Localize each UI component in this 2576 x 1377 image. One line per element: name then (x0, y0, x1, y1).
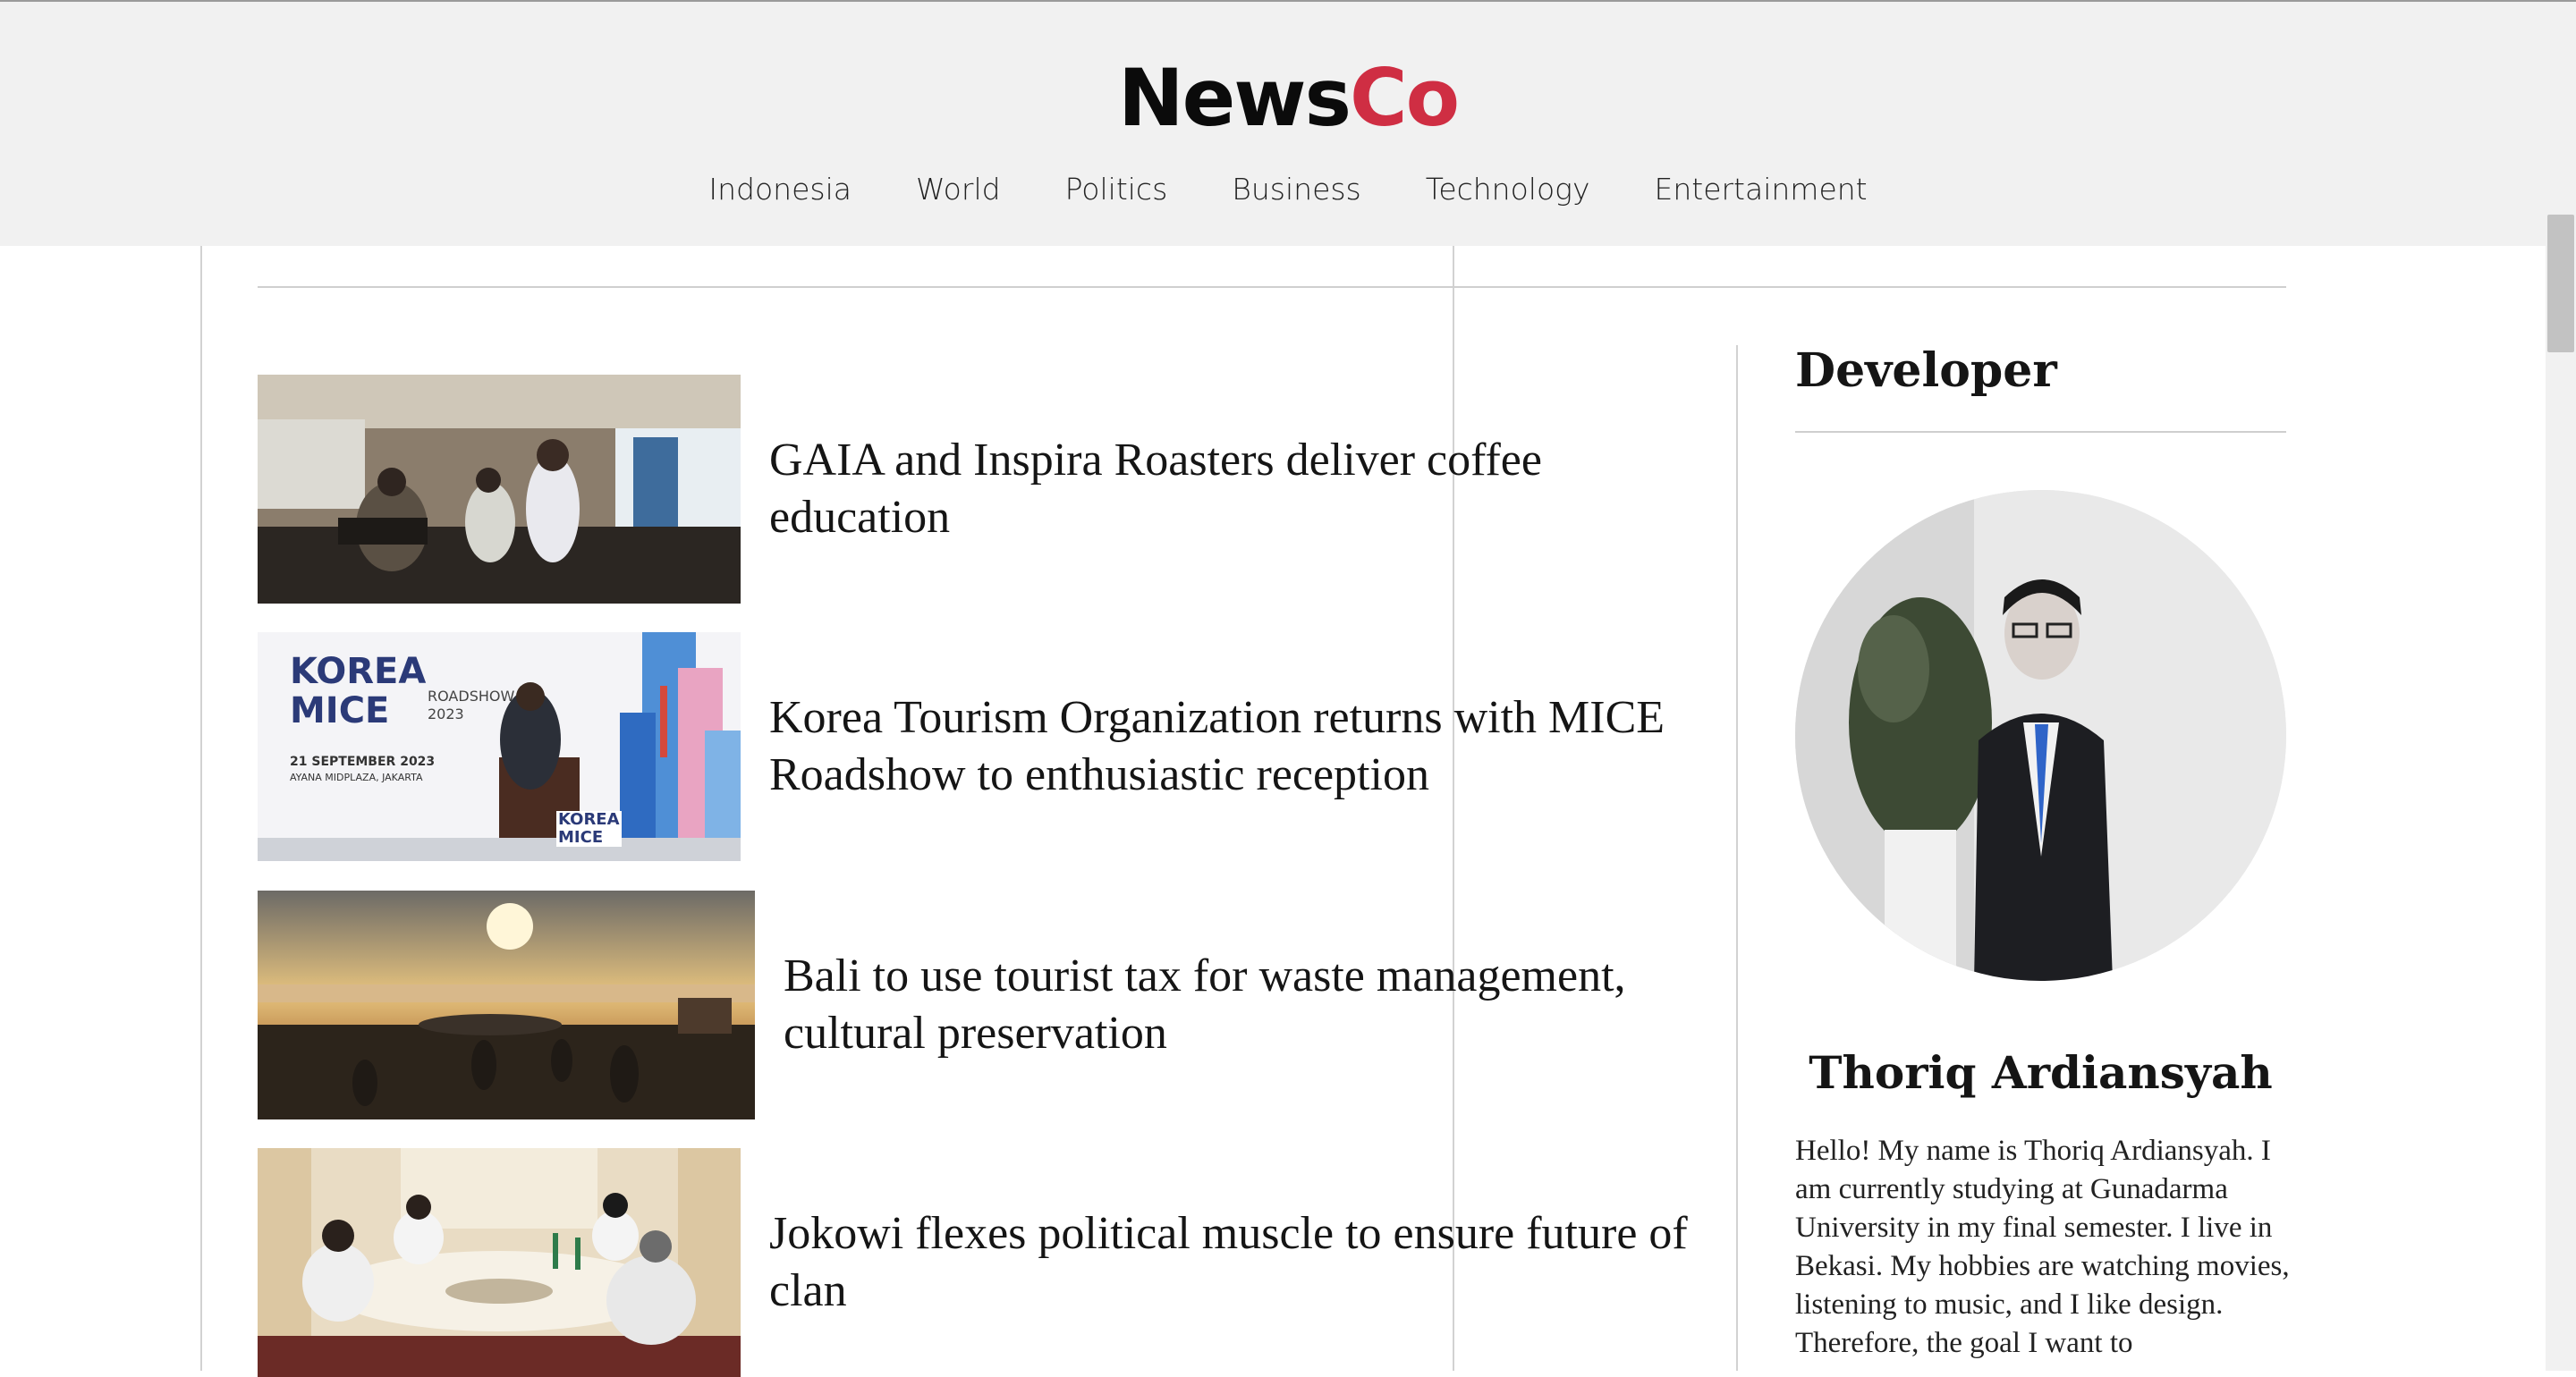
podium-label: KOREA MICE (556, 810, 622, 847)
article-title[interactable]: Bali to use tourist tax for waste manage… (784, 948, 1714, 1062)
sidebar-heading: Developer (1795, 343, 2057, 398)
nav-indonesia[interactable]: Indonesia (708, 172, 852, 207)
scrollbar-thumb[interactable] (2547, 215, 2574, 352)
nav-politics[interactable]: Politics (1065, 172, 1168, 207)
logo-text-news: News (1117, 52, 1352, 144)
article-title[interactable]: GAIA and Inspira Roasters deliver coffee… (769, 432, 1699, 546)
article-thumbnail[interactable] (258, 891, 755, 1119)
top-divider (258, 286, 2286, 288)
site-header: NewsCo Indonesia World Politics Business… (0, 0, 2576, 246)
article-thumbnail[interactable]: KOREA MICE ROADSHOW 2023 21 SEPTEMBER 20… (258, 632, 741, 861)
sidebar-divider (1736, 345, 1738, 1371)
banner-date: 21 SEPTEMBER 2023 AYANA MIDPLAZA, JAKART… (290, 755, 436, 783)
site-logo[interactable]: NewsCo (0, 45, 2576, 152)
scrollbar-track[interactable] (2546, 213, 2576, 1371)
developer-bio: Hello! My name is Thoriq Ardiansyah. I a… (1795, 1135, 2290, 1359)
logo-text-co: Co (1349, 52, 1460, 144)
main-nav: Indonesia World Politics Business Techno… (0, 172, 2576, 207)
article-thumbnail[interactable] (258, 1148, 741, 1377)
article-item[interactable]: KOREA MICE ROADSHOW 2023 21 SEPTEMBER 20… (258, 632, 1699, 861)
article-item[interactable]: GAIA and Inspira Roasters deliver coffee… (258, 375, 1699, 604)
developer-name: Thoriq Ardiansyah (1809, 1046, 2273, 1099)
nav-technology[interactable]: Technology (1426, 172, 1590, 207)
banner-subtitle: ROADSHOW 2023 (428, 688, 515, 722)
article-thumbnail[interactable] (258, 375, 741, 604)
developer-avatar (1795, 490, 2286, 981)
banner-title: KOREA MICE (290, 651, 427, 731)
article-item[interactable]: Jokowi flexes political muscle to ensure… (258, 1148, 1699, 1377)
nav-world[interactable]: World (916, 172, 1001, 207)
article-title[interactable]: Jokowi flexes political muscle to ensure… (769, 1205, 1699, 1320)
nav-business[interactable]: Business (1232, 172, 1361, 207)
sidebar-heading-divider (1795, 431, 2286, 433)
article-item[interactable]: Bali to use tourist tax for waste manage… (258, 891, 1714, 1119)
article-title[interactable]: Korea Tourism Organization returns with … (769, 689, 1699, 804)
nav-entertainment[interactable]: Entertainment (1654, 172, 1867, 207)
